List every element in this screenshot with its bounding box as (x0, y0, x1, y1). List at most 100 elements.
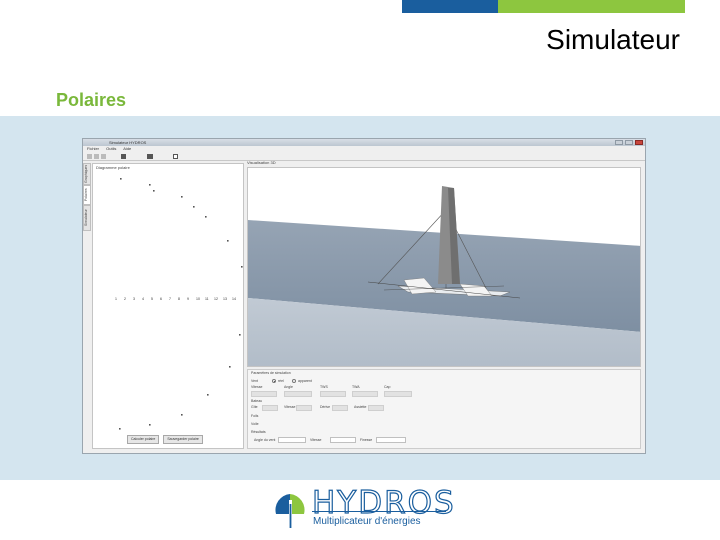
polar-point (241, 266, 243, 268)
tab-graphiques[interactable]: Graphiques (83, 163, 91, 185)
polar-scale-label: 14 (232, 297, 236, 301)
view3d-canvas[interactable] (247, 167, 641, 367)
twa-field[interactable] (352, 391, 378, 397)
params-header: Paramètres de simulation (251, 371, 291, 375)
polar-point (227, 240, 229, 242)
heel-field[interactable] (262, 405, 278, 411)
radio-true-wind[interactable] (272, 379, 276, 383)
wind-turbine-icon (275, 494, 305, 528)
boat-3d-scene (248, 168, 640, 366)
result-label-1: Angle du vent (254, 438, 276, 442)
polar-point (149, 184, 151, 186)
polar-point (239, 334, 241, 336)
menu-file[interactable]: Fichier (87, 146, 99, 151)
tab-polaires[interactable]: Polaires (83, 185, 91, 205)
heading-field[interactable] (384, 391, 412, 397)
polar-point (181, 414, 183, 416)
top-accent-green-bar (498, 0, 685, 13)
menu-tools[interactable]: Outils (106, 146, 116, 151)
field-label-7: Vitesse (284, 405, 296, 409)
compute-polar-button[interactable]: Calculer polaire (127, 435, 160, 444)
polar-scale-label: 8 (178, 297, 180, 301)
polar-scale-label: 6 (160, 297, 162, 301)
field-label-9: Assiette (354, 405, 367, 409)
field-label-8: Dérive (320, 405, 331, 409)
boat-section-label: Bateau (251, 399, 263, 403)
finesse-result[interactable] (376, 437, 406, 443)
side-tabs: Graphiques Polaires Simulateur (83, 163, 91, 233)
save-icon[interactable] (101, 154, 106, 159)
boat-speed-field[interactable] (296, 405, 312, 411)
top-accent-blue-bar (402, 0, 498, 13)
save-polar-button[interactable]: Sauvegarder polaire (163, 435, 203, 444)
polar-scale-label: 4 (142, 297, 144, 301)
wind-label: Vent (251, 379, 259, 383)
window-title: Simulateur HYDROS (109, 140, 147, 145)
polar-point (119, 428, 121, 430)
field-label-2: Angle (284, 385, 293, 389)
tws-field[interactable] (320, 391, 346, 397)
app-window: Simulateur HYDROS Fichier Outils Aide Gr… (82, 138, 646, 454)
trim-field[interactable] (368, 405, 384, 411)
stop-icon[interactable] (121, 154, 126, 159)
speed-result[interactable] (330, 437, 356, 443)
close-icon[interactable] (635, 140, 643, 145)
view3d-label: Visualisation 3D (247, 160, 276, 165)
radio-apparent-label: apparent (298, 379, 312, 383)
polar-scale-label: 10 (196, 297, 200, 301)
simulation-params-panel: Paramètres de simulation Vent réel appar… (247, 369, 641, 449)
window-titlebar: Simulateur HYDROS (83, 139, 645, 146)
radio-true-label: réel (278, 379, 284, 383)
polar-point (149, 424, 151, 426)
wind-angle-result[interactable] (278, 437, 306, 443)
polar-scale-label: 3 (133, 297, 135, 301)
radio-apparent-wind[interactable] (292, 379, 296, 383)
field-label-5: Cap (384, 385, 391, 389)
polar-scale-label: 1 (115, 297, 117, 301)
polar-diagram: 1 2 3 4 5 6 7 8 9 10 11 12 13 14 (115, 178, 243, 430)
hydros-logo: HYDROS Multiplicateur d'énergies (272, 485, 454, 532)
result-label-2: Vitesse (310, 438, 322, 442)
polar-buttons: Calculer polaire Sauvegarder polaire (127, 435, 203, 444)
open-icon[interactable] (94, 154, 99, 159)
logo-underline (312, 511, 446, 512)
polar-scale-label: 2 (124, 297, 126, 301)
result-label-3: Finesse (360, 438, 373, 442)
checkbox-icon[interactable] (173, 154, 178, 159)
field-label-1: Vitesse (251, 385, 263, 389)
menu-help[interactable]: Aide (123, 146, 131, 151)
slide-title: Simulateur (546, 24, 680, 55)
polar-point (205, 216, 207, 218)
polar-scale-label: 5 (151, 297, 153, 301)
polar-point (229, 366, 231, 368)
polar-scale-label: 7 (169, 297, 171, 301)
speed-field[interactable] (251, 391, 277, 397)
polar-point (153, 190, 155, 192)
logo-tagline: Multiplicateur d'énergies (313, 516, 421, 527)
polar-point (120, 178, 122, 180)
polar-scale-label: 11 (205, 297, 209, 301)
results-section-label: Résultats (251, 430, 266, 434)
field-label-4: TWA (352, 385, 360, 389)
drift-field[interactable] (332, 405, 348, 411)
polar-point (193, 206, 195, 208)
polar-point (181, 196, 183, 198)
minimize-icon[interactable] (615, 140, 623, 145)
sail-section-label: Voile (251, 422, 259, 426)
polar-scale-label: 12 (214, 297, 218, 301)
camera-icon[interactable] (147, 154, 153, 159)
polar-scale-label: 13 (223, 297, 227, 301)
polar-diagram-panel: Diagramme polaire 1 2 3 4 5 6 7 8 9 10 11 12 13 14 (92, 163, 244, 449)
section-title: Polaires (56, 90, 127, 110)
field-label-6: Gîte (251, 405, 258, 409)
polar-point (207, 394, 209, 396)
maximize-icon[interactable] (625, 140, 633, 145)
foils-section-label: Foils (251, 414, 259, 418)
logo-wordmark: HYDROS (311, 485, 456, 521)
polar-scale-label: 9 (187, 297, 189, 301)
tab-simulateur[interactable]: Simulateur (83, 205, 91, 231)
toolbar (83, 152, 645, 161)
field-label-3: TWS (320, 385, 328, 389)
angle-field[interactable] (284, 391, 312, 397)
new-icon[interactable] (87, 154, 92, 159)
